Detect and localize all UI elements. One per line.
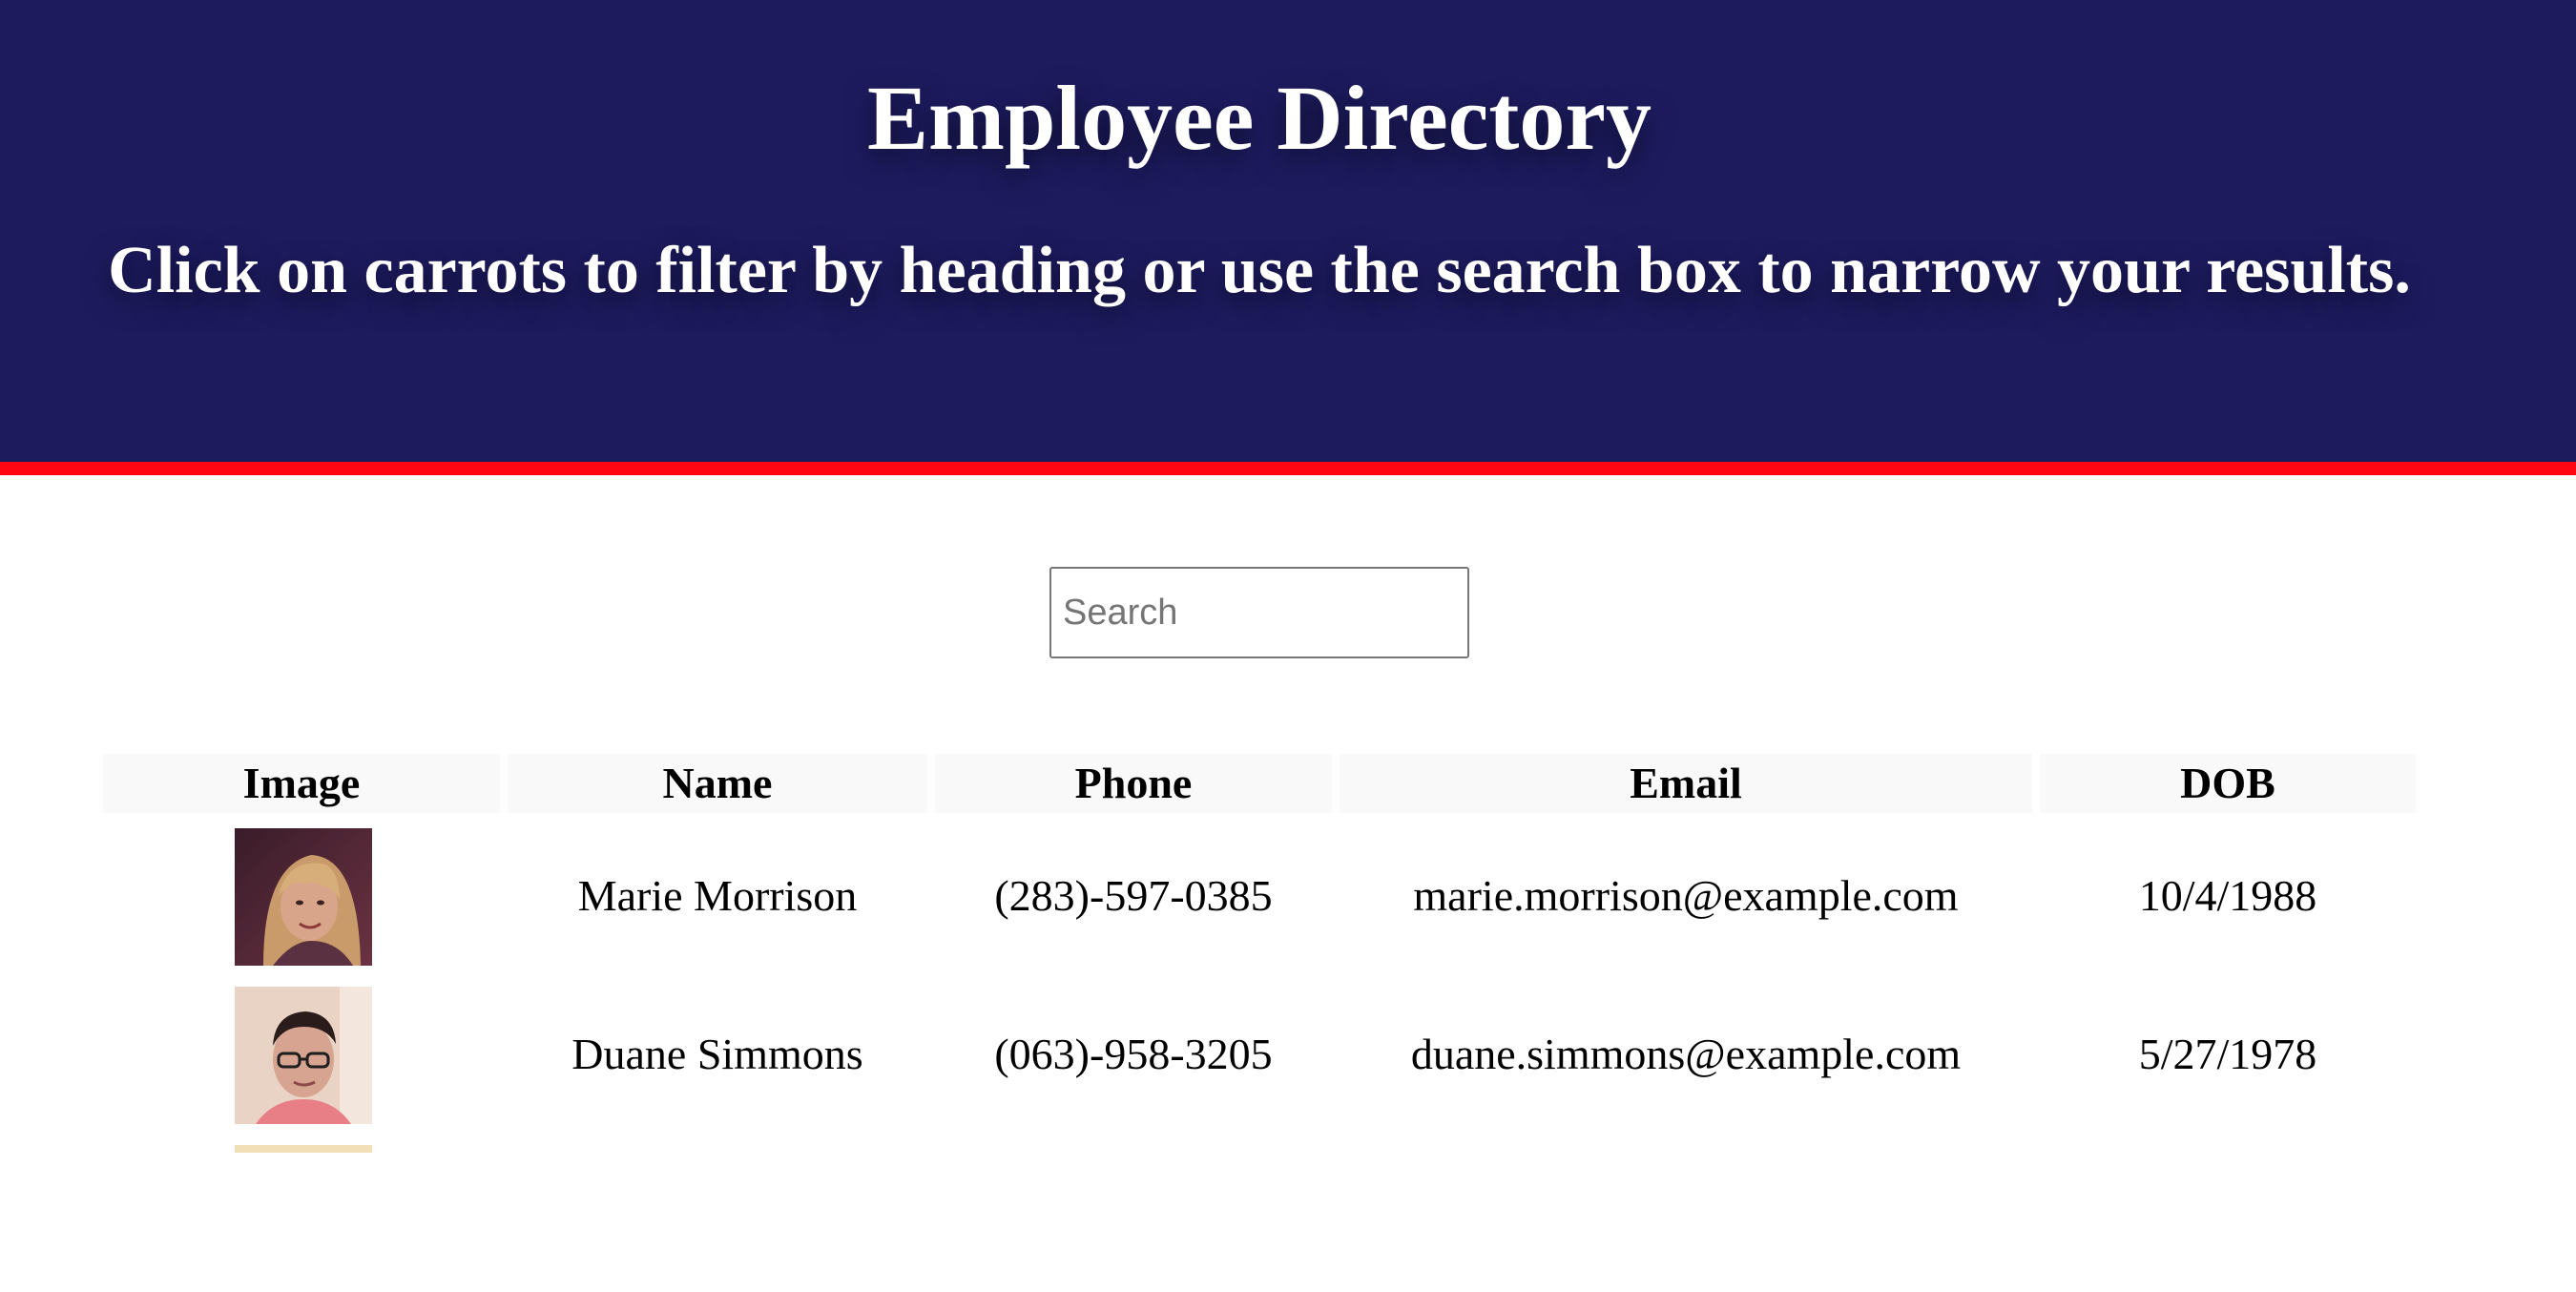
column-header-email[interactable]: Email xyxy=(1340,754,2032,813)
employee-email: duane.simmons@example.com xyxy=(1410,1030,1962,1078)
column-header-dob[interactable]: DOB xyxy=(2040,754,2416,813)
employee-name: Marie Morrison xyxy=(577,871,858,920)
table-row xyxy=(0,1134,2576,1292)
page-subtitle: Click on carrots to filter by heading or… xyxy=(108,234,2411,307)
employee-dob: 5/27/1978 xyxy=(2138,1030,2317,1078)
header-accent-bar xyxy=(0,462,2576,475)
employee-name: Duane Simmons xyxy=(571,1030,863,1078)
employee-photo xyxy=(235,828,372,966)
employee-phone: (283)-597-0385 xyxy=(994,871,1273,920)
employee-photo xyxy=(235,1145,372,1153)
employee-phone: (063)-958-3205 xyxy=(994,1030,1273,1078)
table-row: Duane Simmons (063)-958-3205 duane.simmo… xyxy=(0,975,2576,1134)
page-title: Employee Directory xyxy=(867,67,1652,169)
column-header-phone[interactable]: Phone xyxy=(935,754,1332,813)
column-header-name[interactable]: Name xyxy=(508,754,927,813)
employee-dob: 10/4/1988 xyxy=(2138,871,2317,920)
employee-photo xyxy=(235,987,372,1124)
search-input[interactable] xyxy=(1049,567,1469,658)
column-header-image[interactable]: Image xyxy=(103,754,500,813)
table-row: Marie Morrison (283)-597-0385 marie.morr… xyxy=(0,817,2576,975)
employee-email: marie.morrison@example.com xyxy=(1413,871,1959,920)
page-header: Employee Directory Click on carrots to f… xyxy=(0,0,2576,462)
